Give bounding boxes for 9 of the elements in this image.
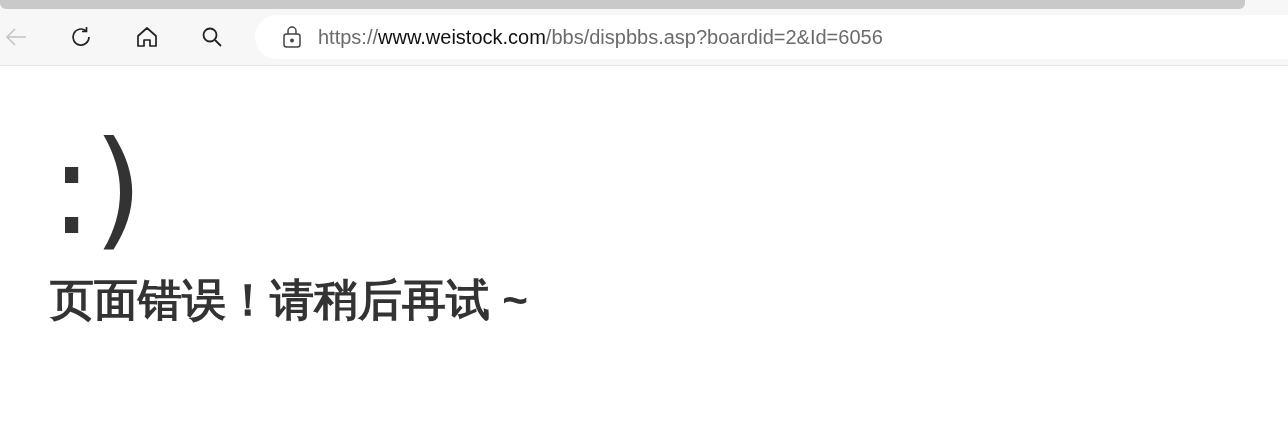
- home-icon: [135, 25, 159, 49]
- lock-icon: [282, 26, 302, 48]
- back-arrow-icon: [4, 27, 28, 47]
- refresh-icon: [69, 25, 93, 49]
- url-text: https://www.weistock.com/bbs/dispbbs.asp?boardid=2&Id=6056: [318, 25, 883, 50]
- emoticon: :): [50, 124, 144, 254]
- search-icon: [201, 26, 223, 48]
- address-bar[interactable]: https://www.weistock.com/bbs/dispbbs.asp?boardid=2&Id=6056: [255, 15, 1288, 59]
- error-message: 页面错误！请稍后再试 ~: [50, 274, 528, 326]
